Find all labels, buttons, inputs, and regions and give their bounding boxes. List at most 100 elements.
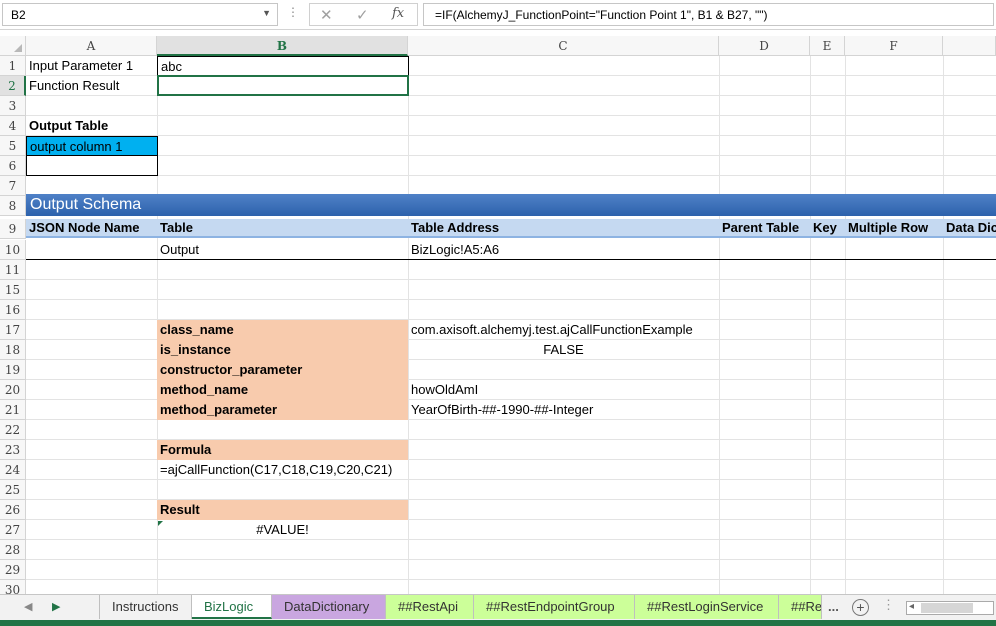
cell-b26[interactable]: Result <box>157 500 408 520</box>
cell-a5[interactable]: output column 1 <box>26 136 158 156</box>
cell-b20[interactable]: method_name <box>157 380 408 400</box>
more-sheets-ellipsis[interactable]: ... <box>828 599 839 614</box>
row-header-26[interactable]: 26 <box>0 500 26 520</box>
gridline <box>26 135 996 136</box>
cell-b19[interactable]: constructor_parameter <box>157 360 408 380</box>
table-border <box>26 259 996 260</box>
gridline <box>943 56 944 594</box>
insert-function-icon[interactable]: fx <box>392 6 404 21</box>
cell-b23[interactable]: Formula <box>157 440 408 460</box>
row-header-22[interactable]: 22 <box>0 420 26 440</box>
schema-header-table-address[interactable]: Table Address <box>408 218 719 238</box>
cell-b18[interactable]: is_instance <box>157 340 408 360</box>
name-box[interactable]: B2 ▼ <box>2 3 278 26</box>
row-header-20[interactable]: 20 <box>0 380 26 400</box>
gridline <box>26 175 996 176</box>
cell-a4[interactable]: Output Table <box>26 116 157 136</box>
error-indicator-icon <box>158 521 163 526</box>
column-header-e[interactable]: E <box>810 36 845 56</box>
column-header-d[interactable]: D <box>719 36 810 56</box>
output-schema-band[interactable]: Output Schema <box>26 194 996 216</box>
more-options-icon[interactable]: ⋮ <box>287 5 299 19</box>
cell-b24[interactable]: =ajCallFunction(C17,C18,C19,C20,C21) <box>157 460 408 480</box>
row-header-23[interactable]: 23 <box>0 440 26 460</box>
schema-header-multiple-row[interactable]: Multiple Row <box>845 218 943 238</box>
row-header-17[interactable]: 17 <box>0 320 26 340</box>
gridline <box>26 155 996 156</box>
formula-buttons: ✕ ✓ fx <box>309 3 418 26</box>
cell-b1[interactable]: abc <box>157 56 409 76</box>
cell-c21[interactable]: YearOfBirth-##-1990-##-Integer <box>408 400 719 420</box>
row-header-2[interactable]: 2 <box>0 76 26 96</box>
schema-header-parent-table[interactable]: Parent Table <box>719 218 810 238</box>
cell-c20[interactable]: howOldAmI <box>408 380 719 400</box>
row-header-29[interactable]: 29 <box>0 560 26 580</box>
chevron-down-icon[interactable]: ▼ <box>262 8 271 18</box>
row-header-24[interactable]: 24 <box>0 460 26 480</box>
cancel-icon[interactable]: ✕ <box>320 6 333 24</box>
row-header-16[interactable]: 16 <box>0 300 26 320</box>
row-header-10[interactable]: 10 <box>0 240 26 260</box>
cell-c10[interactable]: BizLogic!A5:A6 <box>408 240 719 260</box>
row-header-19[interactable]: 19 <box>0 360 26 380</box>
row-header-30[interactable]: 30 <box>0 580 26 594</box>
name-box-value: B2 <box>11 8 26 22</box>
row-header-3[interactable]: 3 <box>0 96 26 116</box>
cell-a2[interactable]: Function Result <box>26 76 157 96</box>
schema-header-key[interactable]: Key <box>810 218 845 238</box>
sheet-tab-restendpointgroup[interactable]: ##RestEndpointGroup <box>474 595 635 619</box>
schema-header-table[interactable]: Table <box>157 218 408 238</box>
row-header-4[interactable]: 4 <box>0 116 26 136</box>
row-header-25[interactable]: 25 <box>0 480 26 500</box>
column-header-a[interactable]: A <box>26 36 157 56</box>
row-header-7[interactable]: 7 <box>0 176 26 196</box>
selected-cell-b2[interactable] <box>157 75 409 96</box>
cell-c18[interactable]: FALSE <box>408 340 719 360</box>
sheet-tab-restloginservice[interactable]: ##RestLoginService <box>635 595 779 619</box>
row-header-11[interactable]: 11 <box>0 260 26 280</box>
gridline <box>719 56 720 594</box>
formula-input[interactable]: =IF(AlchemyJ_FunctionPoint="Function Poi… <box>423 3 994 26</box>
cell-b17[interactable]: class_name <box>157 320 408 340</box>
cell-b27[interactable]: #VALUE! <box>157 520 408 540</box>
sheet-tab-restapi[interactable]: ##RestApi <box>386 595 474 619</box>
column-header-g[interactable] <box>943 36 996 56</box>
sheet-tab-datadictionary[interactable]: DataDictionary <box>272 595 386 619</box>
row-header-8[interactable]: 8 <box>0 196 26 216</box>
spreadsheet-grid[interactable]: A B C D E F 1 2 3 4 5 6 7 8 9 10 11 15 1… <box>0 36 996 594</box>
gridline <box>26 279 996 280</box>
formula-bar: B2 ▼ ⋮ ✕ ✓ fx =IF(AlchemyJ_FunctionPoint… <box>0 0 996 30</box>
cell-c17[interactable]: com.axisoft.alchemyj.test.ajCallFunction… <box>408 320 719 340</box>
scrollbar-thumb[interactable] <box>921 603 973 613</box>
horizontal-scrollbar[interactable]: ◂ <box>906 601 994 615</box>
cell-b21[interactable]: method_parameter <box>157 400 408 420</box>
sheet-tab-bizlogic[interactable]: BizLogic <box>192 595 272 619</box>
add-sheet-icon[interactable]: + <box>852 599 869 616</box>
cell-a1[interactable]: Input Parameter 1 <box>26 56 157 76</box>
row-header-15[interactable]: 15 <box>0 280 26 300</box>
tab-scroll-right-icon[interactable]: ▶ <box>52 600 60 613</box>
row-header-28[interactable]: 28 <box>0 540 26 560</box>
row-header-21[interactable]: 21 <box>0 400 26 420</box>
row-header-9[interactable]: 9 <box>0 219 26 239</box>
schema-header-data-dic[interactable]: Data Dic <box>943 218 996 238</box>
sheet-tab-truncated[interactable]: ##Re <box>779 595 822 619</box>
tab-splitter-icon[interactable]: ⋮ <box>882 597 895 613</box>
row-header-1[interactable]: 1 <box>0 56 26 76</box>
row-header-6[interactable]: 6 <box>0 156 26 176</box>
enter-check-icon[interactable]: ✓ <box>356 6 369 24</box>
gridline <box>26 559 996 560</box>
column-header-c[interactable]: C <box>408 36 719 56</box>
row-header-5[interactable]: 5 <box>0 136 26 156</box>
column-header-b[interactable]: B <box>157 36 408 56</box>
tab-scroll-left-icon[interactable]: ◀ <box>24 600 32 613</box>
cell-a6[interactable] <box>26 155 158 176</box>
scroll-left-arrow-icon[interactable]: ◂ <box>909 601 914 612</box>
row-header-27[interactable]: 27 <box>0 520 26 540</box>
cell-b10[interactable]: Output <box>157 240 408 260</box>
row-header-18[interactable]: 18 <box>0 340 26 360</box>
column-header-f[interactable]: F <box>845 36 943 56</box>
select-all-corner[interactable] <box>0 36 26 56</box>
sheet-tab-instructions[interactable]: Instructions <box>99 595 192 619</box>
schema-header-json-node[interactable]: JSON Node Name <box>26 218 157 238</box>
